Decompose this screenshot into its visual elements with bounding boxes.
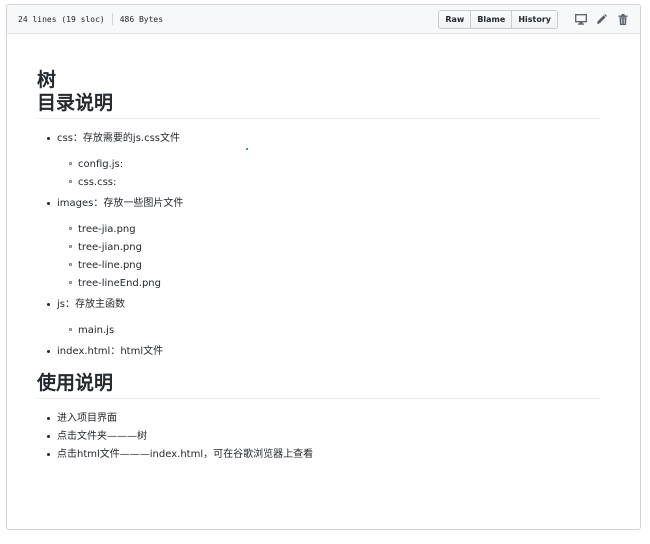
list-item: css：存放需要的js.css文件 config.js: css.css: bbox=[37, 132, 600, 189]
readme-title: 树 bbox=[37, 69, 57, 91]
directory-list: css：存放需要的js.css文件 config.js: css.css: im… bbox=[37, 132, 600, 358]
file-actions: Raw Blame History bbox=[438, 9, 630, 29]
section-heading-usage: 使用说明 bbox=[37, 372, 114, 394]
section-heading-wrapper: 使用说明 bbox=[37, 372, 600, 399]
sub-list: config.js: css.css: bbox=[57, 158, 600, 189]
sub-list-item: tree-jia.png bbox=[57, 223, 600, 236]
usage-list: 进入项目界面 点击文件夹———树 点击html文件———index.html，可… bbox=[37, 412, 600, 461]
list-item: 点击html文件———index.html，可在谷歌浏览器上查看 bbox=[37, 448, 600, 461]
sub-list-item: tree-line.png bbox=[57, 259, 600, 272]
section-heading-directory: 目录说明 bbox=[37, 92, 114, 114]
trash-icon[interactable] bbox=[615, 12, 630, 27]
file-info: 24 lines (19 sloc) 486 Bytes bbox=[18, 13, 163, 25]
sub-list-item: main.js bbox=[57, 324, 600, 337]
sub-list: tree-jia.png tree-jian.png tree-line.png… bbox=[57, 223, 600, 290]
sub-list-item: config.js: bbox=[57, 158, 600, 171]
list-item: images：存放一些图片文件 tree-jia.png tree-jian.p… bbox=[37, 197, 600, 290]
file-button-group: Raw Blame History bbox=[438, 9, 558, 29]
list-item: js：存放主函数 main.js bbox=[37, 298, 600, 337]
sub-list-item: tree-jian.png bbox=[57, 241, 600, 254]
divider bbox=[111, 13, 113, 25]
sub-list-item: tree-lineEnd.png bbox=[57, 277, 600, 290]
list-item-label: index.html：html文件 bbox=[57, 346, 164, 357]
file-size: 486 Bytes bbox=[119, 14, 164, 24]
list-item: 进入项目界面 bbox=[37, 412, 600, 425]
sub-list-item: css.css: bbox=[57, 176, 600, 189]
history-button[interactable]: History bbox=[512, 9, 558, 29]
section-heading-wrapper: 目录说明 bbox=[37, 92, 600, 119]
pencil-icon[interactable] bbox=[594, 12, 609, 27]
blame-button[interactable]: Blame bbox=[471, 9, 513, 29]
list-item-label: images：存放一些图片文件 bbox=[57, 198, 184, 209]
list-item-label: css：存放需要的js.css文件 bbox=[57, 133, 181, 144]
list-item: index.html：html文件 bbox=[37, 345, 600, 358]
raw-button[interactable]: Raw bbox=[438, 9, 472, 29]
file-header: 24 lines (19 sloc) 486 Bytes Raw Blame H… bbox=[7, 5, 640, 34]
desktop-icon[interactable] bbox=[573, 12, 588, 27]
list-item-label: js：存放主函数 bbox=[57, 299, 125, 310]
list-item: 点击文件夹———树 bbox=[37, 430, 600, 443]
sub-list: main.js bbox=[57, 324, 600, 337]
readme-content: 树 目录说明 css：存放需要的js.css文件 config.js: css.… bbox=[37, 69, 600, 461]
line-count: 24 lines (19 sloc) bbox=[18, 14, 105, 24]
